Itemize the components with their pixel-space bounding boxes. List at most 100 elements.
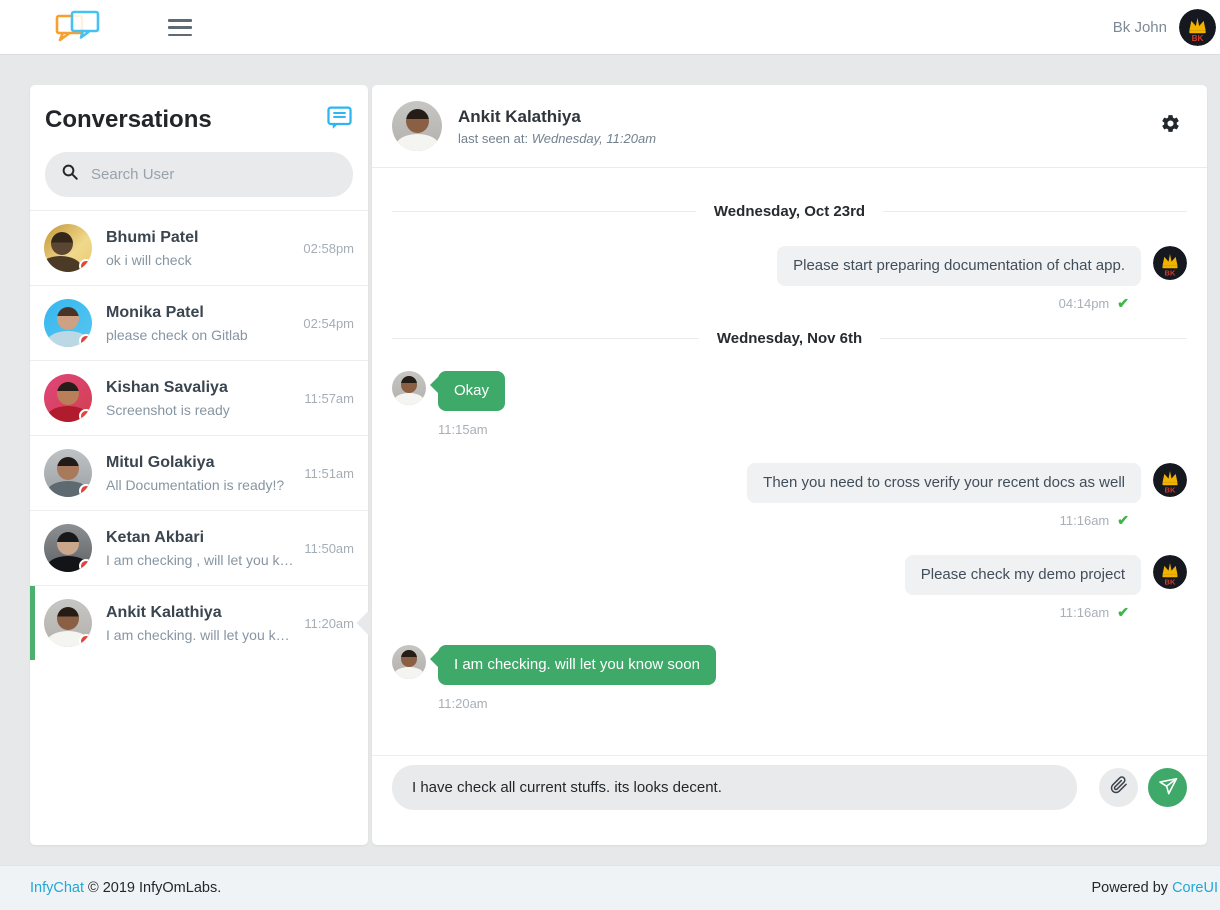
own-avatar: BK (1153, 246, 1187, 280)
message-bubble: I am checking. will let you know soon (438, 645, 716, 685)
incoming-message: I am checking. will let you know soon (392, 645, 1187, 685)
contact-avatar (392, 371, 426, 405)
conversation-name: Ankit Kalathiya (106, 604, 296, 622)
outgoing-message: Please start preparing documentation of … (392, 246, 1187, 286)
conversation-time: 11:50am (304, 541, 354, 556)
avatar-kishan (44, 374, 92, 422)
svg-text:BK: BK (1165, 485, 1176, 494)
chat-header: Ankit Kalathiya last seen at: Wednesday,… (372, 85, 1207, 168)
conversation-time: 02:58pm (303, 241, 354, 256)
footer-right: Powered by CoreUI (1091, 880, 1218, 896)
presence-dot (79, 334, 92, 347)
conversation-time: 11:20am (304, 616, 354, 631)
conversation-item-ketan[interactable]: Ketan Akbari I am checking , will let yo… (30, 510, 368, 585)
message-time: 11:16am (1060, 513, 1110, 528)
message-time: 11:20am (438, 696, 488, 711)
search-user-box (45, 152, 353, 197)
own-avatar: BK (1153, 555, 1187, 589)
message-bubble: Please check my demo project (905, 555, 1141, 595)
chat-panel: Ankit Kalathiya last seen at: Wednesday,… (372, 85, 1207, 845)
infychat-link[interactable]: InfyChat (30, 880, 84, 896)
avatar-ketan (44, 524, 92, 572)
conversation-item-kishan[interactable]: Kishan Savaliya Screenshot is ready 11:5… (30, 360, 368, 435)
message-meta: 11:16am ✔ (392, 604, 1129, 621)
contact-name: Ankit Kalathiya (458, 107, 656, 127)
outgoing-message: Please check my demo project BK (392, 555, 1187, 595)
app-logo-icon[interactable] (54, 9, 102, 51)
svg-text:BK: BK (1192, 34, 1204, 43)
current-user-avatar[interactable]: BK (1179, 9, 1216, 46)
conversation-item-mitul[interactable]: Mitul Golakiya All Documentation is read… (30, 435, 368, 510)
send-plane-icon (1158, 776, 1177, 800)
app-footer: InfyChat © 2019 InfyOmLabs. Powered by C… (0, 865, 1220, 910)
avatar-ankit (44, 599, 92, 647)
message-bubble: Okay (438, 371, 505, 411)
presence-dot (79, 484, 92, 497)
conversation-item-bhumi[interactable]: Bhumi Patel ok i will check 02:58pm (30, 210, 368, 285)
current-user-name: Bk John (1113, 19, 1167, 36)
conversations-sidebar: Conversations (30, 85, 368, 845)
conversation-name: Ketan Akbari (106, 529, 296, 547)
read-check-icon: ✔ (1117, 295, 1129, 311)
sidebar-toggle-hamburger-icon[interactable] (168, 19, 192, 36)
message-time: 11:15am (438, 422, 488, 437)
new-chat-icon[interactable] (326, 104, 353, 136)
send-message-button[interactable] (1148, 768, 1187, 807)
conversation-name: Mitul Golakiya (106, 454, 296, 472)
avatar-mitul (44, 449, 92, 497)
presence-dot (79, 634, 92, 647)
contact-avatar (392, 645, 426, 679)
conversation-preview: All Documentation is ready!? (106, 477, 296, 493)
chat-settings-gear-icon[interactable] (1160, 113, 1181, 134)
date-divider-text: Wednesday, Oct 23rd (714, 203, 865, 220)
conversation-name: Kishan Savaliya (106, 379, 296, 397)
conversation-time: 02:54pm (303, 316, 354, 331)
read-check-icon: ✔ (1117, 604, 1129, 620)
message-time: 04:14pm (1059, 296, 1110, 311)
conversation-time: 11:51am (304, 466, 354, 481)
conversation-preview: I am checking , will let you know. (106, 552, 296, 568)
message-bubble: Please start preparing documentation of … (777, 246, 1141, 286)
powered-by-text: Powered by (1091, 880, 1168, 896)
message-meta: 11:20am (438, 696, 1187, 711)
date-divider-text: Wednesday, Nov 6th (717, 330, 862, 347)
message-meta: 11:16am ✔ (392, 512, 1129, 529)
message-compose-bar (372, 755, 1207, 845)
message-time: 11:16am (1060, 605, 1110, 620)
conversation-preview: please check on Gitlab (106, 327, 295, 343)
copyright-text: © 2019 InfyOmLabs. (88, 880, 221, 896)
app-header: Bk John BK (0, 0, 1220, 55)
presence-dot (79, 559, 92, 572)
presence-dot (79, 409, 92, 422)
paperclip-icon (1110, 776, 1128, 799)
conversation-item-ankit-active[interactable]: Ankit Kalathiya I am checking. will let … (30, 585, 368, 660)
conversation-list: Bhumi Patel ok i will check 02:58pm Moni… (30, 210, 368, 660)
conversation-preview: I am checking. will let you know... (106, 627, 296, 643)
search-icon (61, 163, 79, 186)
message-list: Wednesday, Oct 23rd Please start prepari… (372, 169, 1207, 754)
message-meta: 11:15am (438, 422, 1187, 437)
attach-file-button[interactable] (1099, 768, 1138, 807)
footer-left: InfyChat © 2019 InfyOmLabs. (30, 880, 221, 896)
message-input[interactable] (392, 765, 1077, 810)
read-check-icon: ✔ (1117, 512, 1129, 528)
svg-text:BK: BK (1165, 268, 1176, 277)
own-avatar: BK (1153, 463, 1187, 497)
conversation-preview: Screenshot is ready (106, 402, 296, 418)
last-seen-value: Wednesday, 11:20am (532, 131, 656, 146)
svg-text:BK: BK (1165, 577, 1176, 586)
message-bubble: Then you need to cross verify your recen… (747, 463, 1141, 503)
avatar-monika (44, 299, 92, 347)
date-divider: Wednesday, Oct 23rd (392, 203, 1187, 220)
conversation-item-monika[interactable]: Monika Patel please check on Gitlab 02:5… (30, 285, 368, 360)
incoming-message: Okay (392, 371, 1187, 411)
message-meta: 04:14pm ✔ (392, 295, 1129, 312)
conversation-preview: ok i will check (106, 252, 295, 268)
presence-dot (79, 259, 92, 272)
conversation-time: 11:57am (304, 391, 354, 406)
contact-avatar (392, 101, 442, 151)
outgoing-message: Then you need to cross verify your recen… (392, 463, 1187, 503)
conversation-name: Bhumi Patel (106, 229, 295, 247)
coreui-link[interactable]: CoreUI (1172, 880, 1218, 896)
search-user-input[interactable] (91, 166, 337, 183)
